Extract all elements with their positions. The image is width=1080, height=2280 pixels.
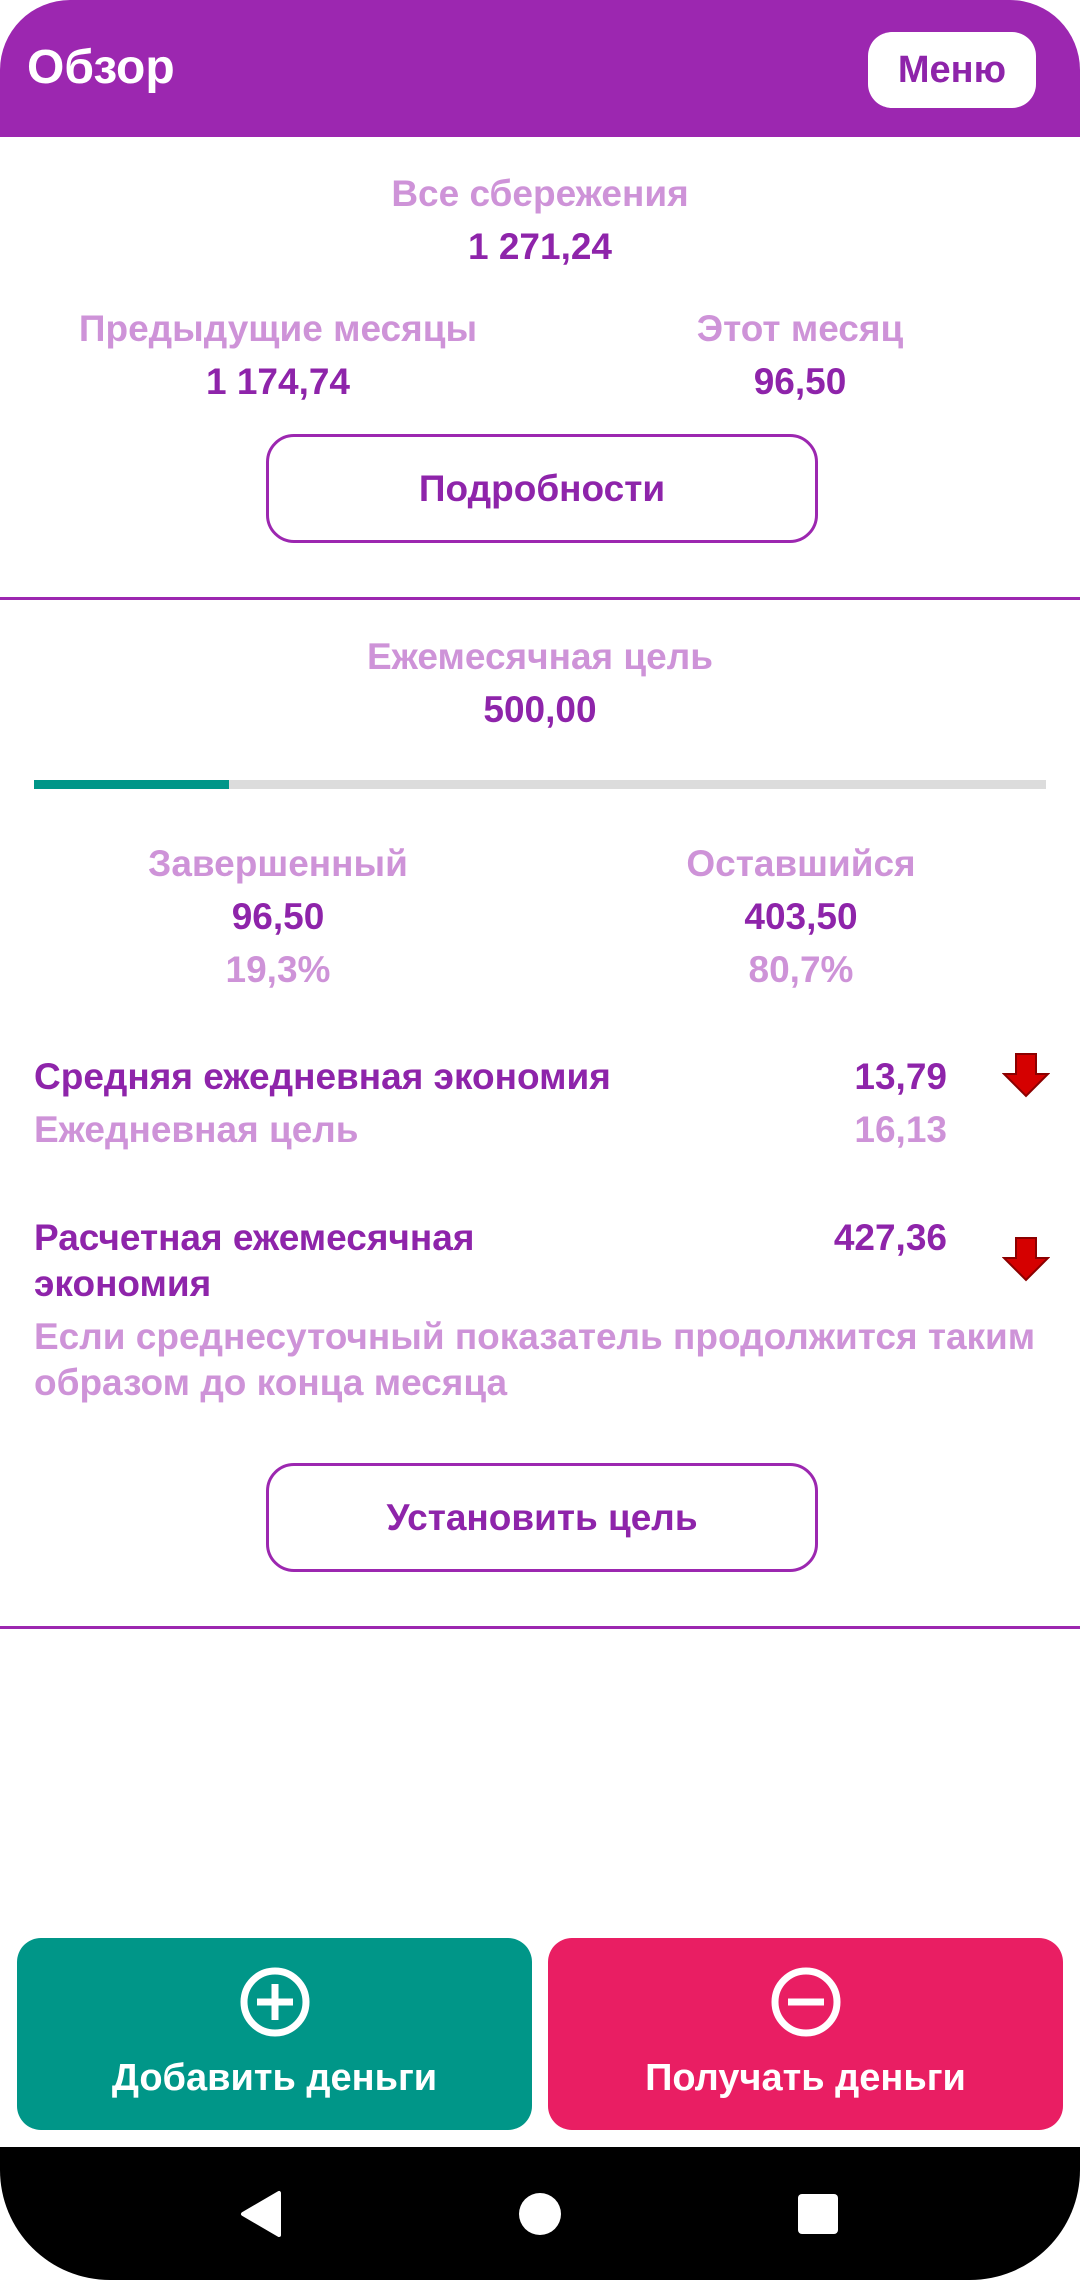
remaining-label: Оставшийся [686, 843, 916, 884]
arrow-down-icon [1002, 1237, 1050, 1282]
system-navigation-bar [0, 2147, 1080, 2280]
add-money-button[interactable]: Добавить деньги [17, 1938, 532, 2130]
completed-value: 96,50 [231, 896, 325, 937]
plus-circle-icon [240, 1967, 309, 2037]
monthly-goal: Ежемесячная цель 500,00 [340, 633, 740, 734]
daily-goal-value: 16,13 [854, 1109, 947, 1150]
screen: Обзор Меню Все сбережения 1 271,24 Преды… [0, 0, 1080, 2280]
this-month-value: 96,50 [753, 361, 847, 402]
completed-label: Завершенный [148, 843, 408, 884]
previous-months-value: 1 174,74 [205, 361, 351, 402]
add-money-label: Добавить деньги [111, 2057, 438, 2099]
previous-months-label: Предыдущие месяцы [78, 308, 478, 349]
goal-progress-bar [34, 780, 1046, 789]
daily-goal-label: Ежедневная цель [34, 1109, 359, 1150]
minus-circle-icon [771, 1967, 840, 2037]
app-header: Обзор Меню [0, 0, 1080, 137]
total-savings-value: 1 271,24 [467, 226, 613, 267]
projected-savings-label-line1: Расчетная ежемесячная [34, 1217, 475, 1258]
remaining: Оставшийся 403,50 80,7% [601, 840, 1001, 994]
goal-progress-fill [34, 780, 230, 789]
menu-button[interactable]: Меню [868, 32, 1036, 108]
recents-icon[interactable] [768, 2147, 868, 2280]
total-savings: Все сбережения 1 271,24 [340, 170, 740, 271]
remaining-percent: 80,7% [748, 949, 854, 990]
monthly-goal-value: 500,00 [483, 689, 597, 730]
monthly-goal-label: Ежемесячная цель [367, 636, 713, 677]
back-icon[interactable] [209, 2147, 309, 2280]
withdraw-money-label: Получать деньги [645, 2057, 966, 2099]
average-daily-savings-label: Средняя ежедневная экономия [34, 1056, 611, 1097]
completed: Завершенный 96,50 19,3% [78, 840, 478, 994]
section-divider [0, 597, 1080, 600]
projected-savings-value: 427,36 [833, 1217, 947, 1258]
set-goal-button[interactable]: Установить цель [266, 1463, 818, 1572]
projection-note-line2: образом до конца месяца [34, 1362, 508, 1403]
page-title: Обзор [27, 41, 175, 94]
section-divider [0, 1626, 1080, 1629]
previous-months: Предыдущие месяцы 1 174,74 [58, 305, 498, 406]
details-button[interactable]: Подробности [266, 434, 818, 543]
this-month-label: Этот месяц [696, 308, 904, 349]
home-icon[interactable] [490, 2147, 590, 2280]
total-savings-label: Все сбережения [391, 173, 689, 214]
average-daily-savings-value: 13,79 [854, 1056, 947, 1097]
projected-savings-label-line2: экономия [34, 1263, 212, 1304]
remaining-value: 403,50 [744, 896, 858, 937]
projection-note-line1: Если среднесуточный показатель продолжит… [34, 1316, 1036, 1357]
completed-percent: 19,3% [225, 949, 331, 990]
arrow-down-icon [1002, 1053, 1050, 1098]
this-month: Этот месяц 96,50 [600, 305, 1000, 406]
withdraw-money-button[interactable]: Получать деньги [548, 1938, 1063, 2130]
